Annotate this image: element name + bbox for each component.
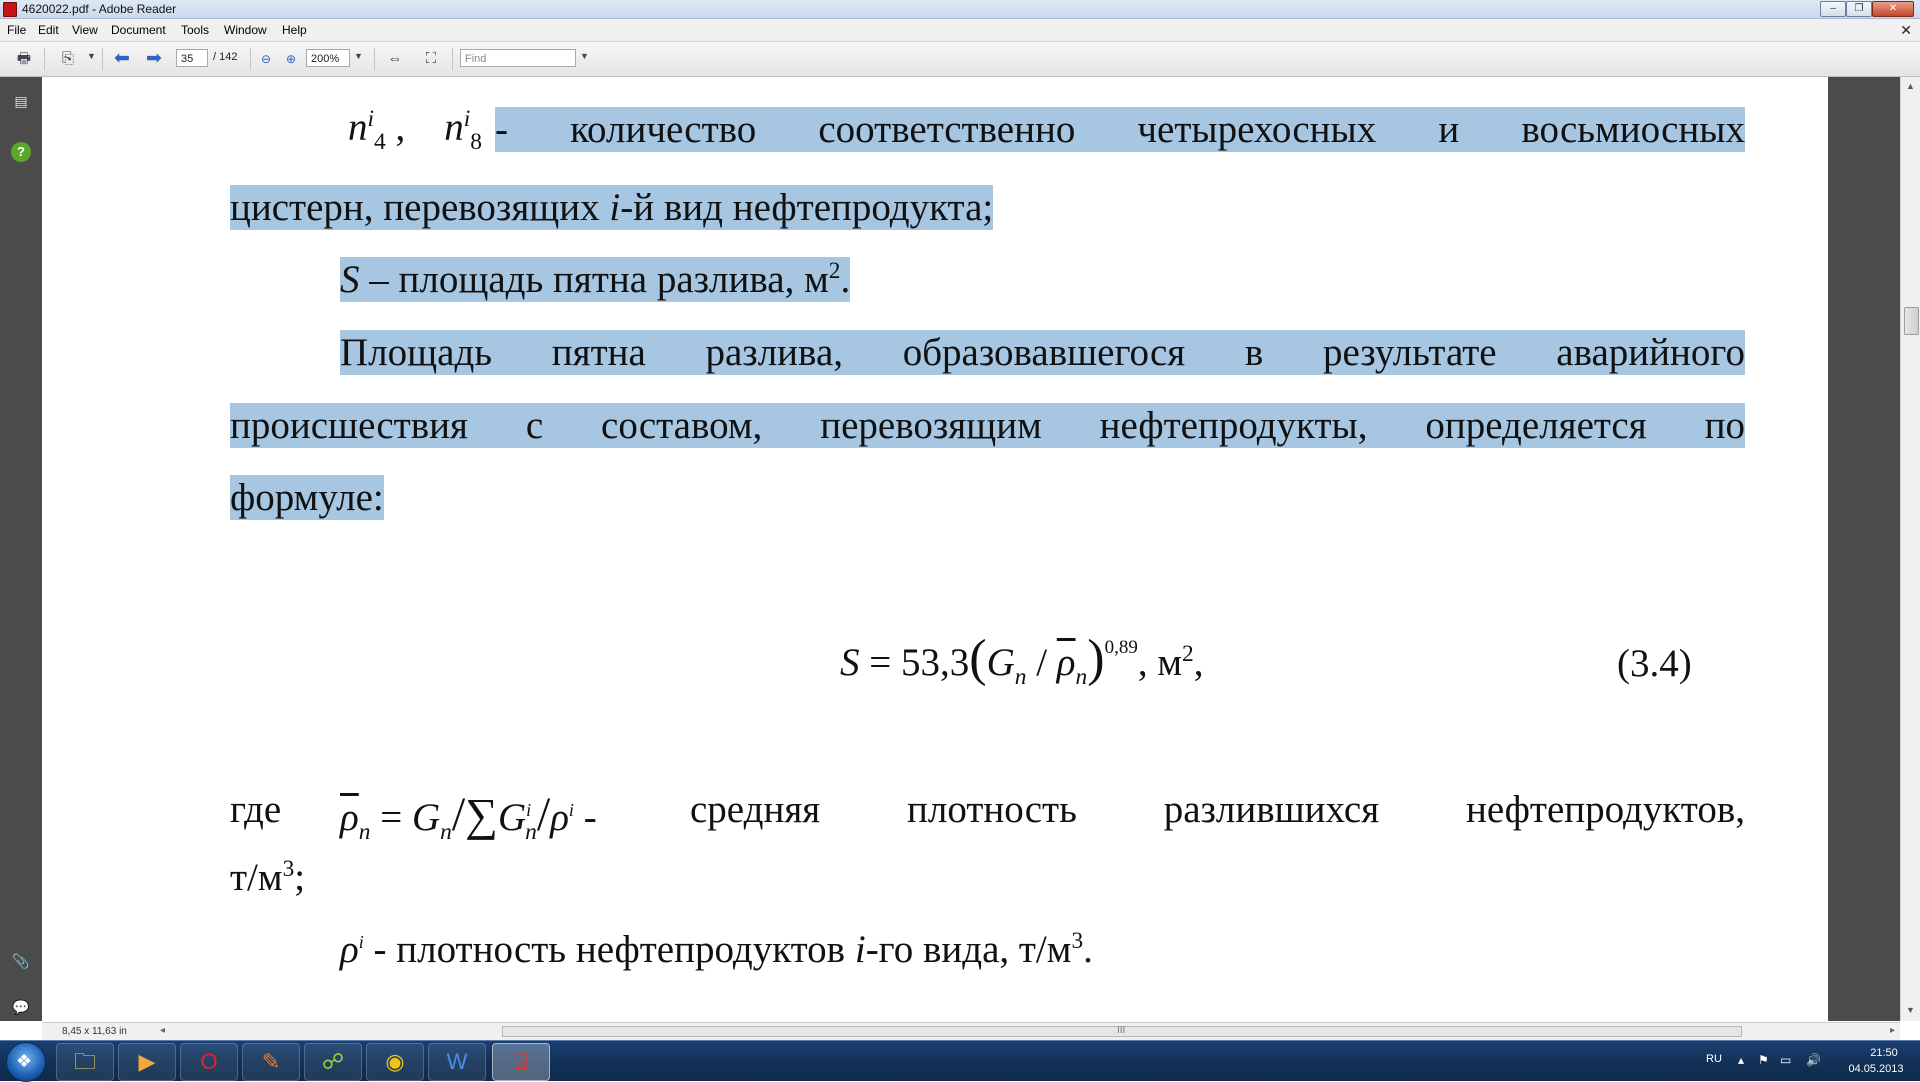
fit-page-icon[interactable]: ⛶ (421, 49, 441, 69)
maximize-button[interactable]: ❐ (1846, 1, 1872, 17)
scroll-thumb[interactable] (1904, 307, 1919, 335)
toolbar-separator (250, 48, 251, 70)
word-taskbar-icon[interactable]: W (428, 1043, 486, 1081)
zoom-level-input[interactable]: 200% (306, 49, 350, 67)
find-input[interactable]: Find (460, 49, 576, 67)
doc-line-1-text: - количество соответственно четырехосных… (495, 107, 1745, 152)
windows-logo-icon: ❖ (16, 1051, 33, 1071)
menu-file[interactable]: File (7, 23, 26, 37)
page-gutter (1828, 77, 1900, 1021)
menu-tools[interactable]: Tools (181, 23, 209, 37)
navigation-pane: ▤ ? 📎 💬 (0, 77, 42, 1021)
vertical-scrollbar[interactable]: ▲ ▼ (1900, 77, 1920, 1021)
doc-line-4: Площадь пятна разлива, образовавшегося в… (340, 330, 1745, 375)
status-bar: 8,45 x 11,63 in ◂ III ▸ (42, 1022, 1900, 1041)
comments-icon[interactable]: 💬 (11, 997, 31, 1017)
print-icon[interactable]: 🖶 (14, 49, 34, 69)
share-icon[interactable]: ⎘ (58, 49, 78, 69)
doc-line-9: т/м3; (230, 856, 306, 899)
zoom-in-icon[interactable]: ⊕ (281, 49, 301, 69)
doc-line-5: происшествия с составом, перевозящим неф… (230, 403, 1745, 448)
menu-window[interactable]: Window (224, 23, 267, 37)
previous-page-icon[interactable]: ⬅ (112, 49, 132, 69)
find-dropdown-icon[interactable]: ▼ (580, 51, 589, 61)
toolbar-separator (44, 48, 45, 70)
doc-line-1-vars: ni4 , ni8 (348, 106, 482, 155)
formula-number: (3.4) (1617, 642, 1692, 685)
menu-view[interactable]: View (72, 23, 98, 37)
scroll-down-icon[interactable]: ▼ (1906, 1005, 1915, 1015)
page-size: 8,45 x 11,63 in (62, 1026, 127, 1037)
language-indicator[interactable]: RU (1706, 1053, 1722, 1065)
scroll-left-icon[interactable]: ◂ (160, 1025, 165, 1036)
adobe-reader-taskbar-icon[interactable]: ⍓ (492, 1043, 550, 1081)
attachments-icon[interactable]: 📎 (11, 951, 31, 971)
title-bar: 4620022.pdf - Adobe Reader – ❐ ✕ (0, 0, 1920, 19)
doc-line-8-formula: ρn = Gn/∑Gin/ρi - (340, 788, 597, 845)
toolbar-separator (452, 48, 453, 70)
taskbar: ❖ 🗀 ▶ O ✎ ☍ ◉ W ⍓ RU ▴ ⚑ ▭ 🔊 21:50 04.05… (0, 1040, 1920, 1082)
document-page: ni4 , ni8 - количество соответственно че… (42, 77, 1828, 1021)
chrome-taskbar-icon[interactable]: ◉ (366, 1043, 424, 1081)
flag-icon[interactable]: ⚑ (1758, 1053, 1769, 1067)
doc-line-2: цистерн, перевозящих i-й вид нефтепродук… (230, 185, 994, 230)
help-icon[interactable]: ? (11, 142, 31, 162)
network-app-taskbar-icon[interactable]: ☍ (304, 1043, 362, 1081)
menu-document[interactable]: Document (111, 23, 166, 37)
toolbar: 🖶 ⎘ ▼ ⬅ ➡ 35 / 142 ⊖ ⊕ 200% ▼ ⇔ ⛶ Find ▼ (0, 42, 1920, 77)
tray-expand-icon[interactable]: ▴ (1738, 1053, 1744, 1067)
clock-date[interactable]: 04.05.2013 (1838, 1063, 1914, 1075)
page-total: / 142 (213, 51, 238, 63)
minimize-button[interactable]: – (1820, 1, 1846, 17)
toolbar-separator (374, 48, 375, 70)
doc-line-6: формуле: (230, 475, 384, 520)
doc-line-10: ρi - плотность нефтепродуктов i-го вида,… (340, 928, 1093, 971)
clock-time[interactable]: 21:50 (1856, 1047, 1912, 1059)
scroll-right-icon[interactable]: ▸ (1890, 1025, 1895, 1036)
pages-panel-icon[interactable]: ▤ (11, 91, 31, 111)
adobe-reader-icon (3, 2, 17, 17)
doc-line-8-gde: где (230, 788, 282, 831)
fit-width-icon[interactable]: ⇔ (385, 49, 405, 69)
scroll-grip-icon[interactable]: III (1117, 1025, 1125, 1036)
next-page-icon[interactable]: ➡ (144, 49, 164, 69)
menu-bar: File Edit View Document Tools Window Hel… (0, 19, 1920, 42)
formula-3-4: S = 53,3(Gn / ρn)0,89, м2, (840, 630, 1204, 690)
volume-icon[interactable]: 🔊 (1806, 1053, 1821, 1067)
window-title: 4620022.pdf - Adobe Reader (22, 2, 177, 16)
doc-line-3: S – площадь пятна разлива, м2. (340, 257, 851, 302)
zoom-dropdown-icon[interactable]: ▼ (354, 51, 363, 61)
paint-taskbar-icon[interactable]: ✎ (242, 1043, 300, 1081)
opera-taskbar-icon[interactable]: O (180, 1043, 238, 1081)
chevron-down-icon[interactable]: ▼ (87, 51, 96, 61)
scroll-up-icon[interactable]: ▲ (1906, 81, 1915, 91)
close-window-button[interactable]: ✕ (1872, 1, 1914, 17)
zoom-out-icon[interactable]: ⊖ (256, 49, 276, 69)
menu-help[interactable]: Help (282, 23, 307, 37)
media-player-taskbar-icon[interactable]: ▶ (118, 1043, 176, 1081)
explorer-taskbar-icon[interactable]: 🗀 (56, 1043, 114, 1081)
menu-edit[interactable]: Edit (38, 23, 59, 37)
doc-line-8-text: средняя плотность разлившихся нефтепроду… (690, 788, 1745, 831)
page-number-input[interactable]: 35 (176, 49, 208, 67)
close-document-icon[interactable]: ✕ (1900, 22, 1912, 39)
network-icon[interactable]: ▭ (1780, 1053, 1791, 1067)
start-button[interactable]: ❖ (6, 1042, 46, 1082)
toolbar-separator (102, 48, 103, 70)
